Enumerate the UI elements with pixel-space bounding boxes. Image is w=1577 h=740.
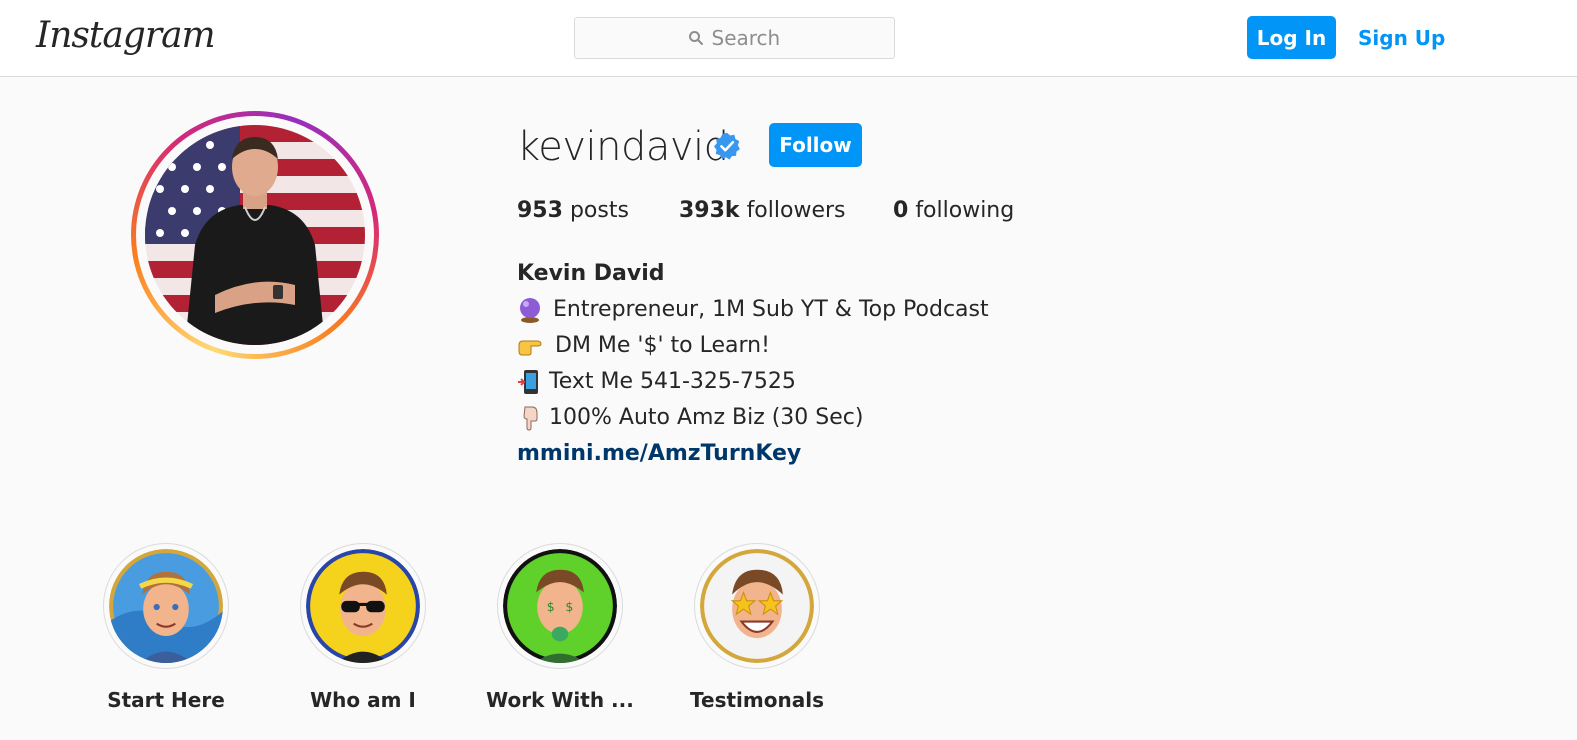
following-count: 0 [893,198,909,223]
highlight-cover-image: $ $ [503,549,617,663]
crystal-ball-icon [520,298,540,323]
top-navigation-bar: Instagram Log In Sign Up [0,0,1577,77]
highlight-label: Who am I [310,688,416,712]
following-stat[interactable]: 0 following [893,196,1014,226]
highlight-cover [109,549,223,663]
verified-badge-icon [714,132,740,160]
pointing-down-icon [523,406,538,431]
follow-button[interactable]: Follow [769,123,862,167]
profile-bio: Kevin David Entrepreneur, 1M Sub YT & To… [517,256,989,472]
posts-count: 953 [517,198,563,223]
story-highlight[interactable]: Who am I [300,543,426,713]
highlight-cover-image [109,549,223,663]
followers-label: followers [746,198,846,223]
svg-text:$: $ [565,599,573,614]
sign-up-link[interactable]: Sign Up [1358,24,1445,52]
bio-line-text: Text Me 541-325-7525 [549,369,796,394]
profile-username: kevindavid [517,124,729,170]
followers-count: 393k [679,198,740,223]
bio-website-link[interactable]: mmini.me/AmzTurnKey [517,436,989,472]
search-input[interactable] [711,26,782,50]
highlight-label: Work With ... [486,688,634,712]
bio-line-text: DM Me '$' to Learn! [555,333,770,358]
profile-avatar[interactable] [145,125,365,345]
bio-line: Text Me 541-325-7525 [517,364,989,400]
profile-avatar-story-ring[interactable] [131,111,379,359]
highlight-cover: $ $ [503,549,617,663]
highlight-label: Testimonals [690,688,824,712]
highlight-cover-image [306,549,420,663]
bio-line: Entrepreneur, 1M Sub YT & Top Podcast [517,292,989,328]
avatar-photo [145,125,365,345]
posts-label: posts [569,198,629,223]
instagram-logo[interactable]: Instagram [36,14,216,58]
posts-stat: 953 posts [517,196,629,226]
highlight-cover [700,549,814,663]
highlight-cover-image [700,549,814,663]
story-highlight[interactable]: Testimonals [690,543,824,713]
bio-line: DM Me '$' to Learn! [517,328,989,364]
highlight-label: Start Here [107,688,225,712]
followers-stat[interactable]: 393k followers [679,196,846,226]
bio-line: 100% Auto Amz Biz (30 Sec) [517,400,989,436]
svg-text:$: $ [547,599,555,614]
bio-line-text: Entrepreneur, 1M Sub YT & Top Podcast [553,297,989,322]
highlight-cover [306,549,420,663]
bio-full-name: Kevin David [517,261,665,286]
bio-line-text: 100% Auto Amz Biz (30 Sec) [549,405,864,430]
search-icon [688,31,703,45]
mobile-phone-icon [518,370,538,394]
search-box[interactable] [574,17,895,59]
following-label: following [915,198,1015,223]
story-highlight[interactable]: $ $ Work With ... [486,543,634,713]
pointing-right-icon [518,340,542,356]
log-in-button[interactable]: Log In [1247,16,1336,59]
story-highlight[interactable]: Start Here [103,543,229,713]
